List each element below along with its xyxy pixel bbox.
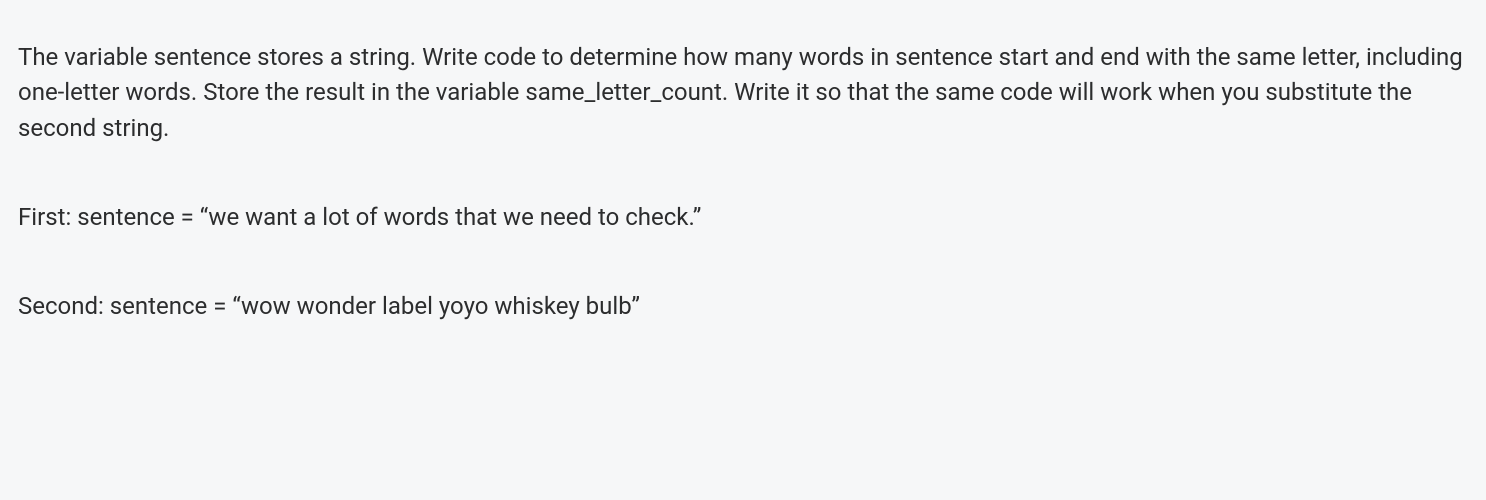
question-block: The variable sentence stores a string. W… <box>0 0 1486 364</box>
example-second: Second: sentence = “wow wonder label yoy… <box>18 289 1468 324</box>
question-prompt: The variable sentence stores a string. W… <box>18 40 1468 146</box>
example-first: First: sentence = “we want a lot of word… <box>18 200 1468 235</box>
